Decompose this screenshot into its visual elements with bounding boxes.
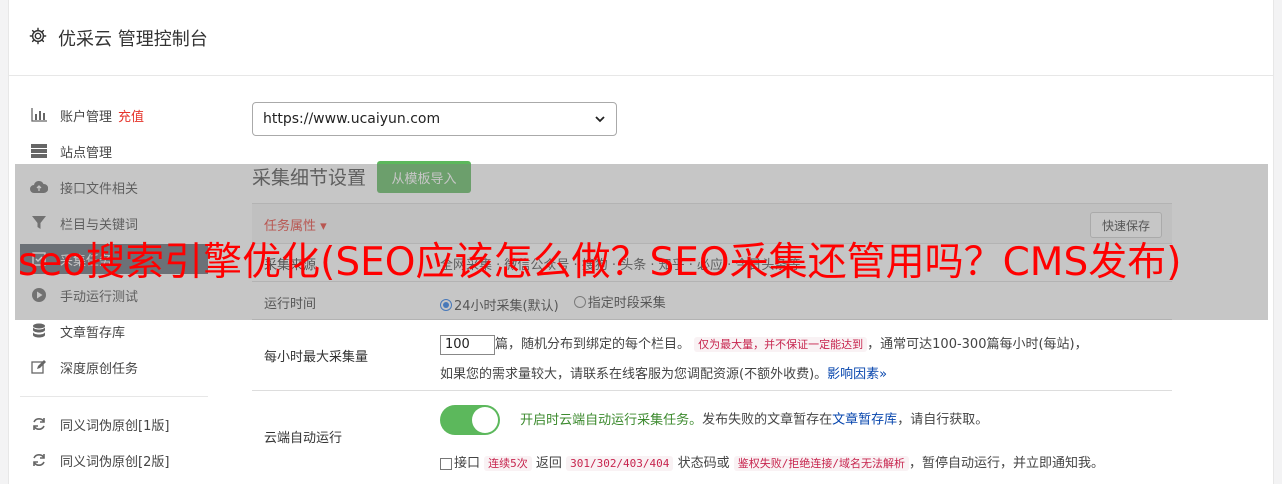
sidebar-item-article-store[interactable]: 文章暂存库	[20, 316, 208, 346]
sidebar-item-tasks[interactable]: 采集任务	[20, 244, 208, 274]
cloud-text-4: 状态码或	[677, 456, 730, 471]
sidebar-item-manual-test[interactable]: 手动运行测试	[20, 280, 208, 310]
site-select-value: https://www.ucaiyun.com	[263, 111, 441, 127]
radio-period[interactable]: 指定时段采集	[573, 292, 666, 311]
max-per-hour-input[interactable]: 100	[440, 334, 495, 355]
section-title: 采集细节设置	[252, 167, 367, 189]
max-per-hour-label: 每小时最大采集量	[264, 350, 369, 365]
bar-chart-icon	[30, 106, 48, 124]
quick-save-button[interactable]: 快速保存	[1090, 212, 1162, 238]
cloud-auto-label: 云端自动运行	[264, 431, 343, 446]
refresh-icon	[30, 415, 48, 433]
database-icon	[30, 322, 48, 340]
cloud-auto-row: 云端自动运行 开启时云端自动运行采集任务。发布失败的文章暂存在文章暂存库，请自行…	[252, 390, 1172, 480]
radio-button[interactable]	[573, 295, 586, 308]
sidebar-item-synonym-v2[interactable]: 同义词伪原创[2版]	[20, 445, 208, 475]
cloud-auto-text-1: 发布失败的文章暂存在	[702, 412, 833, 428]
code-status: 301/302/403/404	[566, 456, 674, 471]
sidebar-divider	[20, 396, 208, 397]
sidebar-item-label: 账户管理	[60, 109, 113, 125]
cloud-auto-desc: 开启时云端自动运行采集任务。	[520, 412, 703, 428]
site-select[interactable]: https://www.ucaiyun.com	[252, 102, 617, 136]
chevron-down-icon	[595, 116, 605, 123]
cloud-auto-text-2: ，请自行获取。	[897, 412, 989, 428]
play-circle-icon	[30, 286, 48, 304]
sidebar-item-label: 同义词伪原创[1版]	[60, 418, 170, 434]
max-text-3: 如果您的需求量较大，请联系在线客服为您调配资源(不额外收费)。	[440, 367, 828, 382]
code-5-times: 连续5次	[484, 456, 532, 471]
radio-period-label: 指定时段采集	[587, 296, 666, 311]
tasks-icon	[30, 250, 48, 268]
impact-factors-link[interactable]: 影响因素	[827, 367, 879, 382]
server-icon	[30, 142, 48, 160]
sidebar-item-label: 栏目与关键词	[60, 217, 139, 233]
max-text-2: ，通常可达100-300篇每小时(每站)，	[867, 337, 1088, 352]
page-title: 优采云 管理控制台	[58, 29, 208, 50]
task-attr-header: 任务属性 ▾ 快速保存	[252, 203, 1172, 243]
edit-icon	[30, 358, 48, 376]
radio-button[interactable]	[440, 298, 452, 311]
task-attr-toggle[interactable]: 任务属性 ▾	[264, 215, 327, 234]
sidebar-item-interface[interactable]: 接口文件相关	[20, 172, 208, 202]
sidebar-item-account[interactable]: 账户管理 充值	[20, 100, 208, 130]
import-template-button[interactable]: 从模板导入	[377, 161, 471, 193]
cloud-auto-toggle[interactable]	[440, 405, 500, 435]
sidebar-item-label: 文章暂存库	[60, 325, 126, 341]
cloud-text-5: ，暂停自动运行，并立即通知我。	[908, 456, 1104, 471]
sidebar-item-label: 同义词伪原创[2版]	[60, 454, 170, 470]
gear-icon	[29, 27, 47, 45]
code-auth-fail: 鉴权失败/拒绝连接/域名无法解析	[733, 456, 909, 471]
refresh-icon	[30, 451, 48, 469]
source-row: 采集来源 全网采集 · 微信公众号 · 搜狗 · 头条 · 知乎 · 必应 · …	[252, 243, 1172, 281]
sidebar-item-label: 接口文件相关	[60, 181, 139, 197]
radio-24h[interactable]: 24小时采集(默认)	[440, 295, 559, 314]
notify-checkbox-label: 接口	[454, 456, 481, 471]
max-text-1: 篇，随机分布到绑定的每个栏目。	[495, 337, 691, 352]
sidebar-item-label: 深度原创任务	[60, 361, 139, 377]
max-per-hour-row: 每小时最大采集量 100 篇，随机分布到绑定的每个栏目。 仅为最大量，并不保证一定…	[252, 319, 1172, 390]
impact-factors-chevron: »	[879, 367, 888, 382]
radio-24h-label: 24小时采集(默认)	[454, 299, 559, 314]
notify-checkbox[interactable]	[440, 457, 452, 470]
sidebar-item-sites[interactable]: 站点管理	[20, 136, 208, 166]
max-note-code: 仅为最大量，并不保证一定能达到	[694, 337, 868, 352]
cloud-text-3: 返回	[535, 456, 562, 471]
filter-icon	[30, 214, 48, 232]
sidebar-item-synonym-v1[interactable]: 同义词伪原创[1版]	[20, 409, 208, 439]
source-label: 采集来源	[264, 258, 317, 273]
sidebar-item-label: 站点管理	[60, 145, 113, 161]
run-time-row: 运行时间 24小时采集(默认) 指定时段采集	[252, 281, 1172, 319]
sidebar-item-deep-original[interactable]: 深度原创任务	[20, 352, 208, 382]
cloud-upload-icon	[30, 178, 48, 196]
run-time-label: 运行时间	[264, 297, 317, 312]
sidebar-item-label: 采集任务	[60, 253, 113, 269]
recharge-link[interactable]: 充值	[118, 106, 144, 125]
sidebar-item-columns[interactable]: 栏目与关键词	[20, 208, 208, 238]
source-options: 全网采集 · 微信公众号 · 搜狗 · 头条 · 知乎 · 必应 · 今日头条等	[440, 258, 801, 273]
header-bar: 优采云 管理控制台	[9, 0, 1273, 76]
sidebar-item-label: 手动运行测试	[60, 289, 139, 305]
article-store-link[interactable]: 文章暂存库	[832, 413, 897, 428]
